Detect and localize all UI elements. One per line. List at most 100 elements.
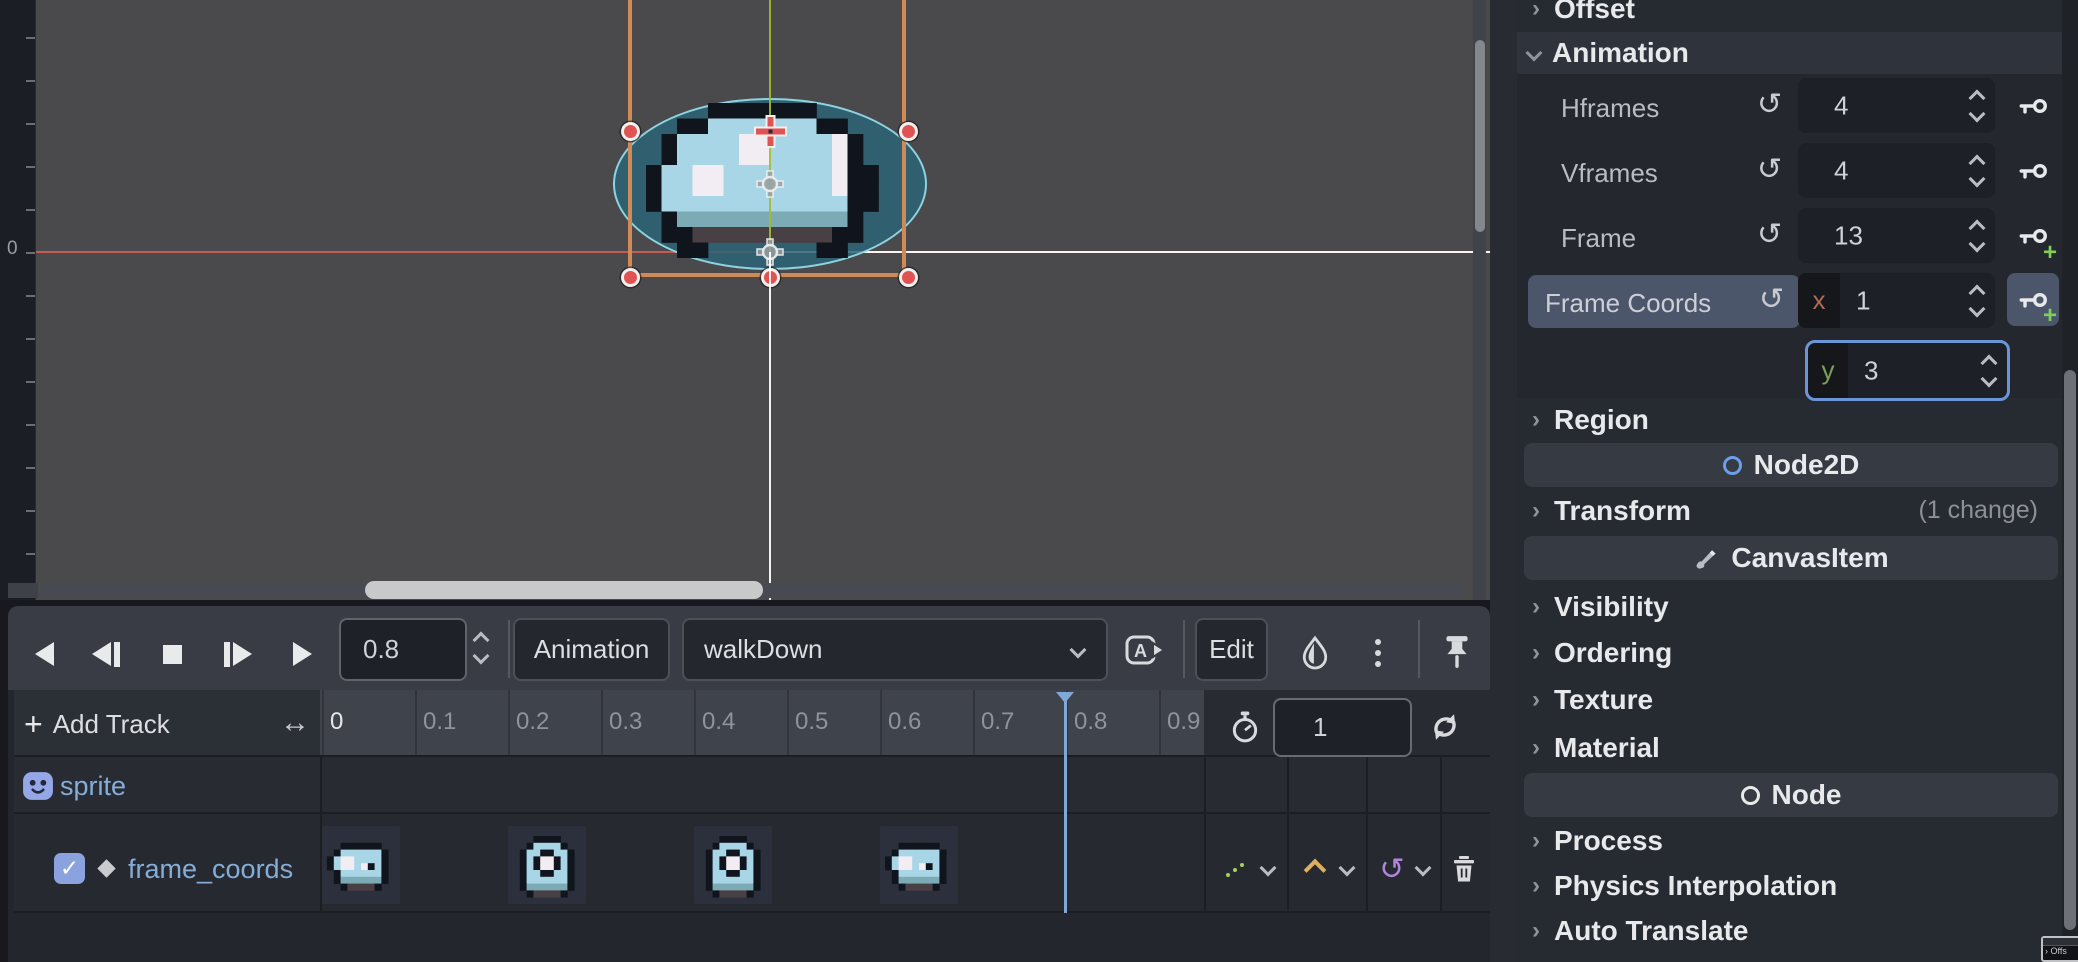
animation-name-value: walkDown: [704, 634, 823, 665]
scrollbar-corner: [8, 583, 38, 598]
separator: [1418, 620, 1420, 678]
bar-icon: [224, 642, 230, 667]
section-material[interactable]: › Material: [1517, 726, 2062, 769]
stop-button[interactable]: [150, 634, 194, 674]
dot: [1375, 650, 1381, 656]
section-ordering[interactable]: › Ordering: [1517, 631, 2062, 674]
dot: [1375, 661, 1381, 667]
time-spinner[interactable]: [475, 634, 487, 662]
chevron-up-icon: [473, 632, 490, 649]
update-mode-button[interactable]: [1218, 856, 1252, 884]
canvas-2d-viewport[interactable]: 0: [0, 0, 1490, 600]
play-from-start-button[interactable]: [212, 634, 264, 674]
drag-preview-header: [2043, 938, 2078, 946]
play-icon: [293, 642, 312, 666]
timeline-tick: [880, 690, 882, 755]
section-region[interactable]: › Region: [1517, 398, 2062, 441]
timeline-tick-label: 0.3: [609, 708, 642, 736]
playhead-grabber[interactable]: [1056, 692, 1074, 703]
track-property-name[interactable]: frame_coords: [128, 854, 293, 885]
pin-icon: [1441, 634, 1473, 670]
interpolation-mode-button[interactable]: [1300, 856, 1330, 884]
playhead-line[interactable]: [1064, 692, 1067, 913]
timeline-tick: [694, 690, 696, 755]
stop-icon: [163, 645, 182, 664]
selection-handle-bottom-left[interactable]: [621, 268, 640, 287]
section-transform[interactable]: › Transform(1 change): [1517, 489, 2062, 532]
separator: [1440, 757, 1442, 913]
section-texture[interactable]: › Texture: [1517, 678, 2062, 721]
animation-menu-button[interactable]: Animation: [513, 618, 670, 681]
dot: [1375, 639, 1381, 645]
separator: [1366, 757, 1368, 913]
add-track-button[interactable]: + Add Track: [24, 704, 254, 744]
more-options-menu-button[interactable]: [1360, 632, 1396, 674]
drag-preview-tooltip: › Offs: [2041, 936, 2078, 962]
column-separator: [320, 757, 322, 913]
keyframe-thumbnail-0.4[interactable]: [694, 826, 772, 904]
loop-wrap-mode-button[interactable]: ↺: [1374, 852, 1410, 886]
pivot-gizmo-center[interactable]: [756, 170, 784, 198]
section-label: Ordering: [1554, 637, 1672, 669]
chevron-right-icon: ›: [1532, 917, 1540, 945]
ruler-ticks: [26, 0, 35, 600]
keyframe-thumbnail-0.2[interactable]: [508, 826, 586, 904]
selection-handle-right[interactable]: [899, 122, 918, 141]
edit-button[interactable]: Edit: [1195, 618, 1268, 681]
track-enabled-checkbox[interactable]: ✓: [54, 853, 85, 884]
section-label: Physics Interpolation: [1554, 870, 1837, 902]
play-backwards-from-end-button[interactable]: [80, 634, 132, 674]
chevron-down-icon: [1070, 642, 1087, 659]
selection-handle-left[interactable]: [621, 122, 640, 141]
timeline-tick: [415, 690, 417, 755]
onion-skinning-icon: [1300, 635, 1330, 671]
timeline-tick: [787, 690, 789, 755]
pin-panel-button[interactable]: [1434, 630, 1480, 674]
category-node2d: Node2D: [1524, 443, 2058, 487]
play-button[interactable]: [280, 634, 324, 674]
viewport-hscrollbar-thumb[interactable]: [365, 581, 763, 599]
timeline-tick-label: 0.4: [702, 708, 735, 736]
section-auto-translate[interactable]: › Auto Translate: [1517, 909, 2062, 952]
animation-panel: 0.8 Animation walkDown A Edit: [8, 606, 1490, 962]
autoplay-on-load-button[interactable]: A: [1121, 630, 1171, 670]
section-label: Auto Translate: [1554, 915, 1748, 947]
onion-skinning-button[interactable]: [1294, 632, 1336, 674]
selection-handle-bottom-right[interactable]: [899, 268, 918, 287]
timeline-tick-label: 0.2: [516, 708, 549, 736]
keyframe-thumbnail-0.6[interactable]: [880, 826, 958, 904]
panel-splitter[interactable]: [1490, 0, 1517, 962]
fit-timeline-icon[interactable]: ↔: [280, 706, 310, 740]
section-process[interactable]: › Process: [1517, 819, 2062, 862]
drag-preview-text: › Offs: [2043, 946, 2078, 956]
check-icon: ✓: [60, 855, 79, 882]
interp-caret-icon: [1304, 859, 1327, 882]
animation-select-dropdown[interactable]: walkDown: [682, 618, 1108, 681]
timeline-tick: [322, 690, 324, 755]
play-backwards-button[interactable]: [22, 634, 66, 674]
viewport-vscrollbar-thumb[interactable]: [1475, 40, 1485, 232]
drag-cross-marker[interactable]: [752, 113, 789, 150]
edit-label: Edit: [1209, 634, 1254, 665]
sprite2d-node-icon: [22, 771, 54, 801]
inspector-scrollbar-thumb[interactable]: [2064, 370, 2076, 930]
section-note: (1 change): [1918, 496, 2038, 525]
animation-length-value: 1: [1313, 712, 1327, 743]
chevron-right-icon: ›: [1532, 734, 1540, 762]
animation-length-icon: [1230, 711, 1260, 743]
track-row-sprite[interactable]: [14, 757, 1490, 814]
current-time-field[interactable]: 0.8: [339, 618, 467, 681]
delete-track-button[interactable]: [1446, 852, 1482, 886]
loop-animation-button[interactable]: [1428, 710, 1462, 744]
chevron-right-icon: ›: [1532, 827, 1540, 855]
category-node: Node: [1524, 773, 2058, 817]
track-node-name[interactable]: sprite: [60, 771, 126, 802]
section-physics-interpolation[interactable]: › Physics Interpolation: [1517, 864, 2062, 907]
animation-length-field[interactable]: 1: [1273, 698, 1412, 757]
godot-editor: { "viewport": { "ruler_zero": "0", "colo…: [0, 0, 2078, 962]
category-label: Node2D: [1754, 449, 1860, 481]
keyframe-thumbnail-0[interactable]: [322, 826, 400, 904]
section-visibility[interactable]: › Visibility: [1517, 585, 2062, 628]
separator: [508, 620, 510, 678]
canvasitem-icon: [1693, 546, 1719, 570]
